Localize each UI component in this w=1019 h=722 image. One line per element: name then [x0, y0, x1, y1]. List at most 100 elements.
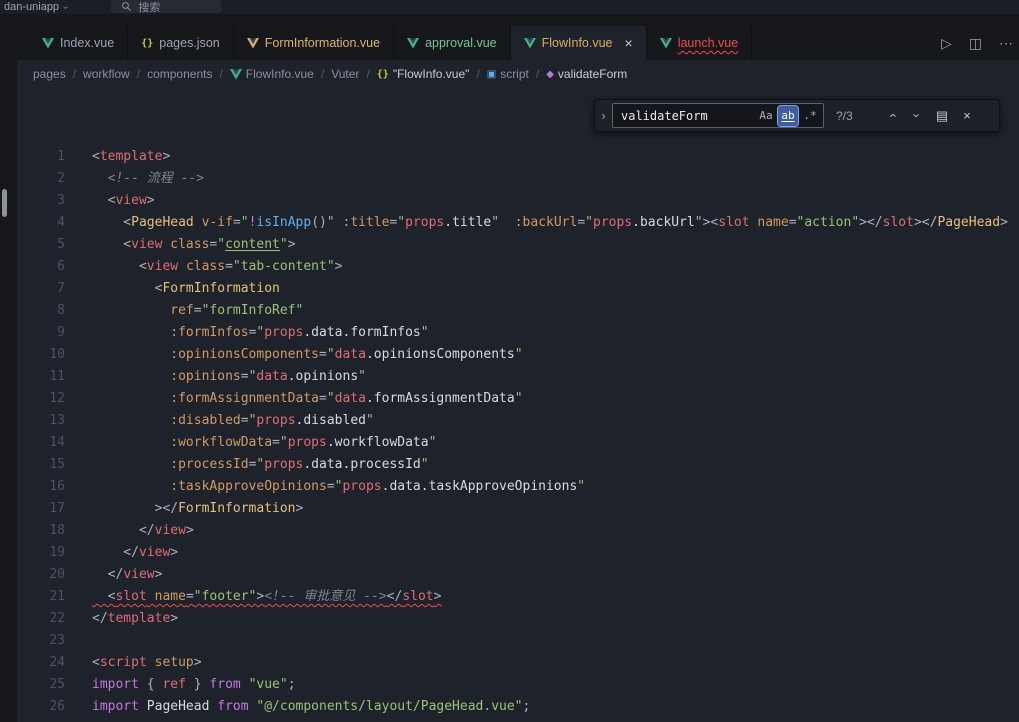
tab-launch-vue[interactable]: launch.vue	[647, 26, 752, 60]
regex-toggle[interactable]: .*	[800, 106, 820, 126]
code-line-content: <FormInformation	[65, 278, 280, 300]
line-number[interactable]: 6	[17, 256, 65, 278]
breadcrumb-item-workflow[interactable]: workflow	[83, 67, 130, 81]
line-number[interactable]: 5	[17, 234, 65, 256]
code-line[interactable]: 9 :formInfos="props.data.formInfos"	[17, 322, 1019, 344]
line-number[interactable]: 24	[17, 652, 65, 674]
line-number[interactable]: 25	[17, 674, 65, 696]
vue-icon	[42, 38, 54, 49]
tab-index-vue[interactable]: Index.vue	[29, 26, 128, 60]
line-number[interactable]: 20	[17, 564, 65, 586]
breadcrumb-item-flowinfo-vue[interactable]: FlowInfo.vue	[230, 67, 314, 81]
search-box[interactable]: 搜索	[111, 0, 221, 13]
code-line[interactable]: 10 :opinionsComponents="data.opinionsCom…	[17, 344, 1019, 366]
titlebar: dan-uniapp › 搜索	[0, 0, 1019, 14]
tab-forminformation-vue[interactable]: FormInformation.vue	[234, 26, 394, 60]
more-actions-button[interactable]: ⋯	[999, 35, 1013, 52]
code-line[interactable]: 4 <PageHead v-if="!isInApp()" :title="pr…	[17, 212, 1019, 234]
tab-flowinfo-vue[interactable]: FlowInfo.vue×	[511, 26, 647, 60]
code-line[interactable]: 26import PageHead from "@/components/lay…	[17, 696, 1019, 718]
code-line[interactable]: 1<template>	[17, 146, 1019, 168]
code-line[interactable]: 22</template>	[17, 608, 1019, 630]
workspace-title[interactable]: dan-uniapp ›	[4, 1, 67, 13]
code-line[interactable]: 14 :workflowData="props.workflowData"	[17, 432, 1019, 454]
code-line-content: ></FormInformation>	[65, 498, 303, 520]
line-number[interactable]: 19	[17, 542, 65, 564]
line-number[interactable]: 8	[17, 300, 65, 322]
match-case-toggle[interactable]: Aa	[756, 106, 776, 126]
breadcrumb-item-script[interactable]: ▣script	[487, 67, 529, 81]
line-number[interactable]: 3	[17, 190, 65, 212]
split-editor-button[interactable]: ◫	[969, 35, 982, 52]
activity-bar[interactable]	[0, 14, 17, 722]
tab-label: approval.vue	[425, 36, 497, 50]
code-line[interactable]: 13 :disabled="props.disabled"	[17, 410, 1019, 432]
line-number[interactable]: 26	[17, 696, 65, 718]
line-number[interactable]: 23	[17, 630, 65, 652]
line-number[interactable]: 7	[17, 278, 65, 300]
line-number[interactable]: 4	[17, 212, 65, 234]
code-line[interactable]: 11 :opinions="data.opinions"	[17, 366, 1019, 388]
code-line[interactable]: 18 </view>	[17, 520, 1019, 542]
breadcrumb-label: components	[147, 67, 212, 81]
code-line[interactable]: 17 ></FormInformation>	[17, 498, 1019, 520]
find-in-selection-button[interactable]: ▤	[931, 105, 953, 127]
code-line-content: <view class="tab-content">	[65, 256, 342, 278]
line-number[interactable]: 17	[17, 498, 65, 520]
breadcrumb-item-components[interactable]: components	[147, 67, 212, 81]
code-line[interactable]: 2 <!-- 流程 -->	[17, 168, 1019, 190]
line-number[interactable]: 18	[17, 520, 65, 542]
code-line[interactable]: 7 <FormInformation	[17, 278, 1019, 300]
breadcrumb-item--flowinfo-vue-[interactable]: {}"FlowInfo.vue"	[377, 67, 470, 81]
line-number[interactable]: 22	[17, 608, 65, 630]
code-line[interactable]: 24<script setup>	[17, 652, 1019, 674]
whole-word-toggle[interactable]: ab	[778, 106, 798, 126]
editor[interactable]: 1<template>2 <!-- 流程 -->3 <view>4 <PageH…	[17, 88, 1019, 722]
code-line[interactable]: 3 <view>	[17, 190, 1019, 212]
code-line[interactable]: 16 :taskApproveOpinions="props.data.task…	[17, 476, 1019, 498]
line-number[interactable]: 12	[17, 388, 65, 410]
code-line-content: <view class="content">	[65, 234, 296, 256]
toggle-replace-chevron-icon[interactable]: ›	[595, 100, 612, 131]
code-line-content: :formInfos="props.data.formInfos"	[65, 322, 429, 344]
line-number[interactable]: 16	[17, 476, 65, 498]
code-line[interactable]: 15 :processId="props.data.processId"	[17, 454, 1019, 476]
code-line[interactable]: 20 </view>	[17, 564, 1019, 586]
code-line[interactable]: 6 <view class="tab-content">	[17, 256, 1019, 278]
line-number[interactable]: 14	[17, 432, 65, 454]
code-line-content: :disabled="props.disabled"	[65, 410, 374, 432]
line-number[interactable]: 21	[17, 586, 65, 608]
code-line[interactable]: 8 ref="formInfoRef"	[17, 300, 1019, 322]
line-number[interactable]: 11	[17, 366, 65, 388]
code-line[interactable]: 23	[17, 630, 1019, 652]
close-find-button[interactable]: ×	[956, 105, 978, 127]
line-number[interactable]: 1	[17, 146, 65, 168]
code-line-content: </view>	[65, 564, 162, 586]
code-line[interactable]: 19 </view>	[17, 542, 1019, 564]
breadcrumb-item-pages[interactable]: pages	[33, 67, 66, 81]
next-match-button[interactable]: ›	[906, 105, 928, 127]
line-number[interactable]: 9	[17, 322, 65, 344]
code-line[interactable]: 5 <view class="content">	[17, 234, 1019, 256]
breadcrumb-label: FlowInfo.vue	[246, 67, 314, 81]
line-number[interactable]: 10	[17, 344, 65, 366]
close-tab-icon[interactable]: ×	[625, 36, 633, 50]
breadcrumb-separator: /	[137, 67, 140, 81]
code-line[interactable]: 12 :formAssignmentData="data.formAssignm…	[17, 388, 1019, 410]
code-area[interactable]: 1<template>2 <!-- 流程 -->3 <view>4 <PageH…	[17, 88, 1019, 718]
tab-pages-json[interactable]: {}pages.json	[128, 26, 234, 60]
previous-match-button[interactable]: ›	[881, 105, 903, 127]
find-input[interactable]: validateForm Aa ab .*	[612, 103, 824, 128]
code-line[interactable]: 25import { ref } from "vue";	[17, 674, 1019, 696]
run-button[interactable]: ▷	[941, 35, 952, 52]
tab-label: Index.vue	[60, 36, 114, 50]
line-number[interactable]: 15	[17, 454, 65, 476]
tab-approval-vue[interactable]: approval.vue	[394, 26, 511, 60]
find-input-value[interactable]: validateForm	[621, 109, 754, 123]
code-line-content: <slot name="footer"><!-- 审批意见 --></slot>	[65, 586, 441, 608]
code-line[interactable]: 21 <slot name="footer"><!-- 审批意见 --></sl…	[17, 586, 1019, 608]
breadcrumb-item-vuter[interactable]: Vuter	[331, 67, 359, 81]
breadcrumb-item-validateform[interactable]: ◆validateForm	[546, 67, 627, 81]
line-number[interactable]: 13	[17, 410, 65, 432]
line-number[interactable]: 2	[17, 168, 65, 190]
